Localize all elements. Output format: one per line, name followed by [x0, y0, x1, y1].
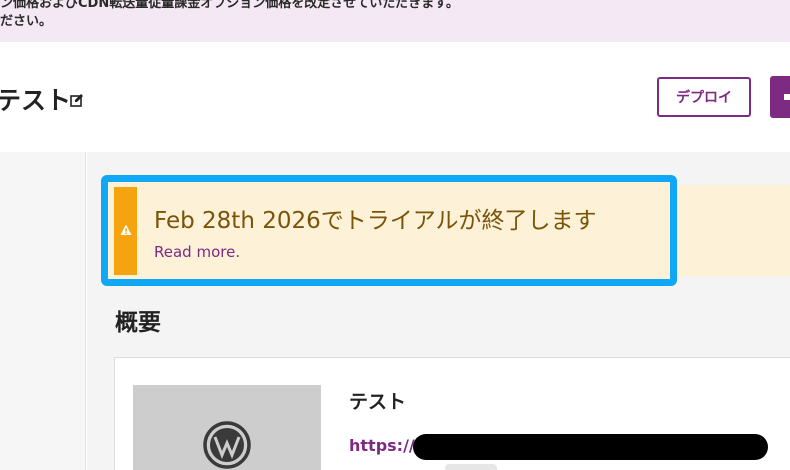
announcement-text-line1: ン価格およびCDN転送量従量課金オプション価格を改定させていただきます。 [0, 0, 459, 11]
site-url-link[interactable]: https:// [349, 436, 415, 455]
trial-banner: Feb 28th 2026でトライアルが終了します Read more. [101, 175, 677, 286]
add-button[interactable] [770, 76, 790, 118]
site-title: テスト [0, 86, 72, 115]
wordpress-logo-icon [203, 421, 251, 469]
warning-icon [120, 224, 132, 235]
deploy-button[interactable]: デプロイ [657, 77, 751, 117]
trial-banner-background [670, 185, 790, 276]
announcement-text-line2: ださい。 [0, 14, 53, 29]
edit-icon[interactable] [70, 93, 84, 107]
site-card-title: テスト [349, 391, 407, 413]
read-more-link[interactable]: Read more. [154, 243, 240, 261]
announcement-bar: ン価格およびCDN転送量従量課金オプション価格を改定させていただきます。 ださい… [0, 0, 790, 42]
trial-end-message: Feb 28th 2026でトライアルが終了します [154, 208, 597, 234]
site-header: テスト デプロイ [0, 42, 790, 152]
status-chip [445, 464, 497, 470]
plus-icon [784, 94, 790, 100]
overview-heading: 概要 [115, 310, 161, 336]
sidebar [0, 152, 86, 470]
redacted-url [413, 434, 768, 460]
page: ン価格およびCDN転送量従量課金オプション価格を改定させていただきます。 ださい… [0, 0, 790, 470]
